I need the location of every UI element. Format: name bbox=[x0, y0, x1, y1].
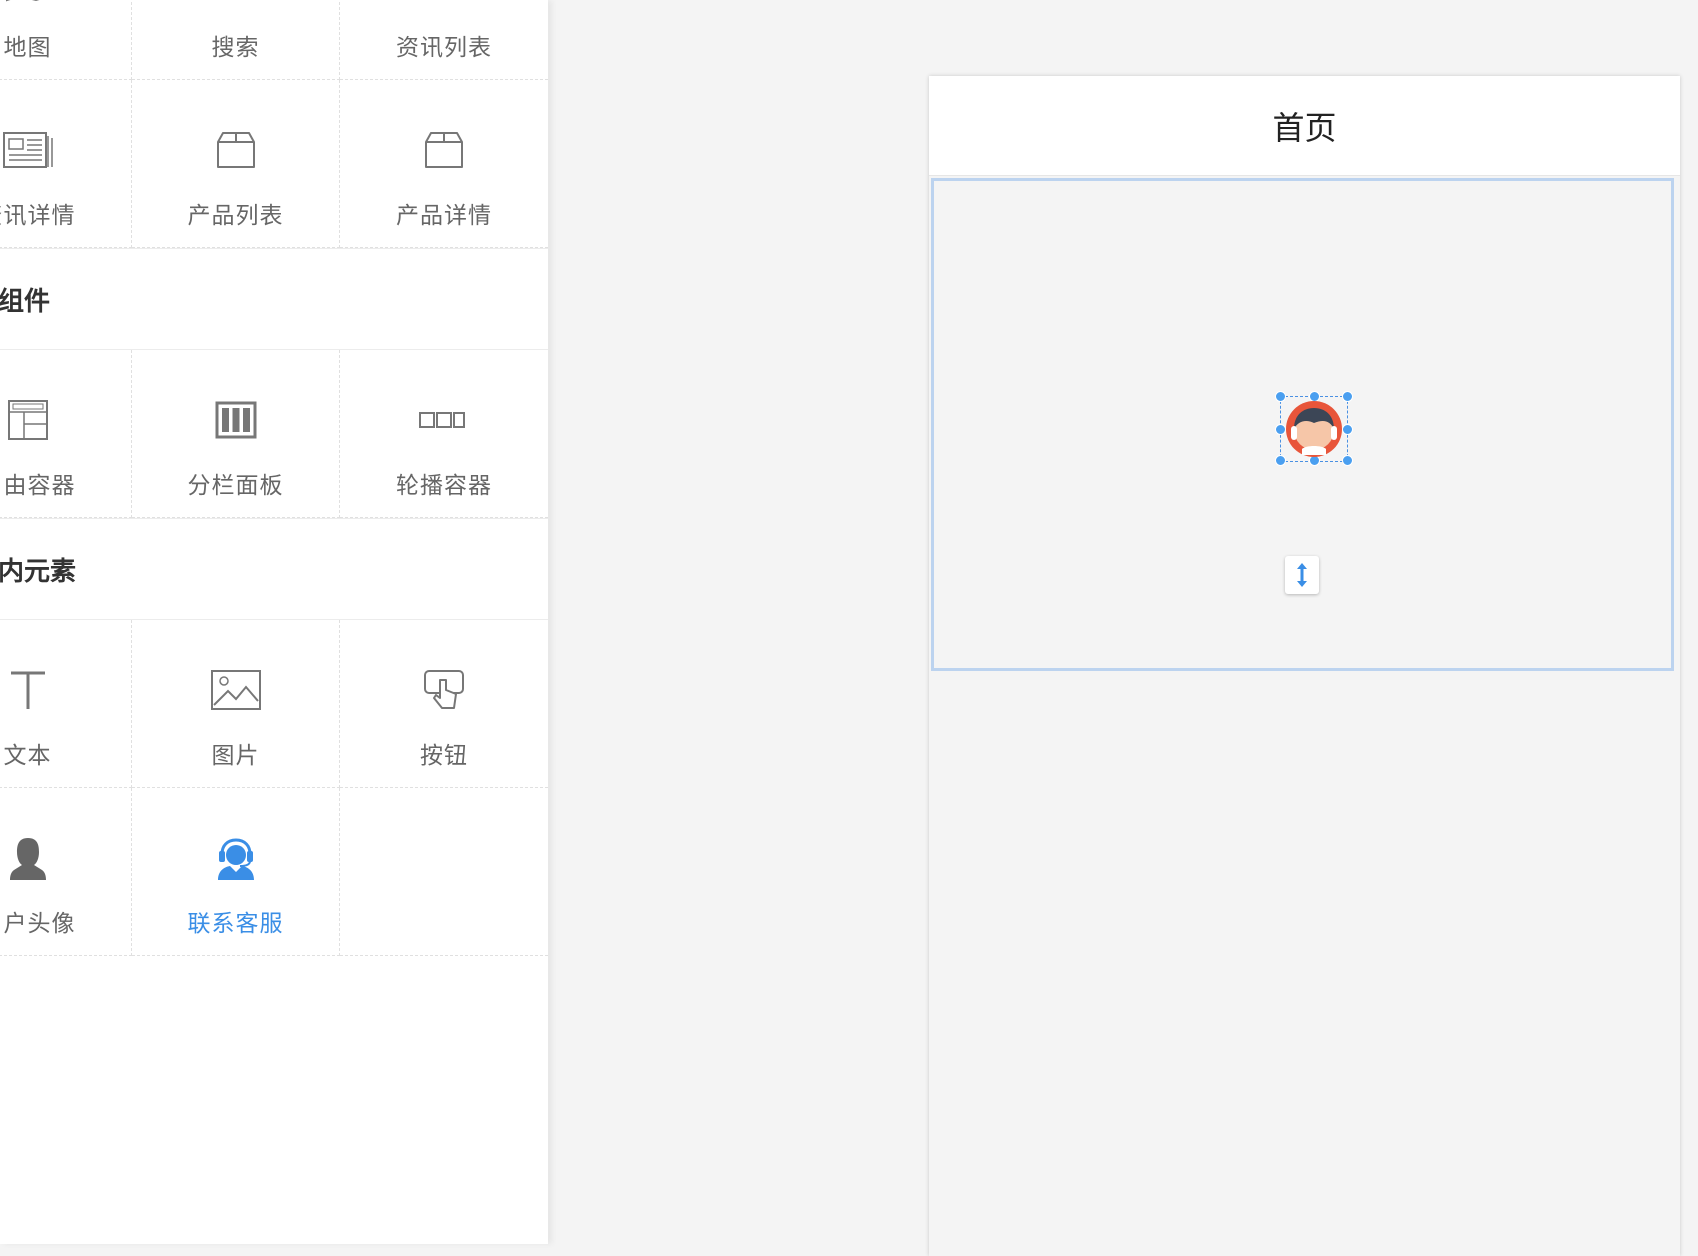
component-label: 资讯详情 bbox=[0, 203, 76, 229]
component-column-panel[interactable]: 分栏面板 bbox=[132, 350, 340, 518]
component-label: 产品列表 bbox=[187, 203, 284, 229]
component-customer-service[interactable]: 联系客服 bbox=[132, 788, 340, 956]
component-free-container[interactable]: 自由容器 bbox=[0, 350, 132, 518]
free-container-icon bbox=[0, 392, 56, 448]
phone-preview: 首页 bbox=[929, 76, 1680, 1256]
component-label: 地图 bbox=[3, 35, 52, 61]
component-news-detail[interactable]: 资讯详情 bbox=[0, 80, 132, 248]
component-news-list[interactable]: 资讯列表 bbox=[340, 0, 548, 80]
page-title: 首页 bbox=[1272, 108, 1337, 147]
user-avatar-icon bbox=[0, 830, 56, 886]
component-text[interactable]: 文本 bbox=[0, 620, 132, 788]
component-image[interactable]: 图片 bbox=[132, 620, 340, 788]
component-label: 文本 bbox=[3, 743, 52, 769]
component-grid-container: 自由容器 分栏面板 轮播容器 bbox=[0, 350, 548, 518]
component-label: 用户头像 bbox=[0, 911, 76, 937]
component-label: 联系客服 bbox=[187, 911, 284, 937]
phone-header: 首页 bbox=[929, 76, 1680, 176]
free-container-block[interactable] bbox=[931, 178, 1674, 671]
component-grid-elements: 文本 图片 按钮 用户头像 bbox=[0, 620, 548, 956]
map-icon bbox=[0, 0, 56, 10]
empty-cell bbox=[340, 788, 548, 956]
component-label: 自由容器 bbox=[0, 473, 76, 499]
component-label: 分栏面板 bbox=[187, 473, 284, 499]
component-grid-basic: 地图 搜索 资讯列表 资讯详情 bbox=[0, 0, 548, 248]
component-product-detail[interactable]: 产品详情 bbox=[340, 80, 548, 248]
section-title-elements: 容器内元素 bbox=[0, 518, 548, 620]
container-height-resize-handle[interactable] bbox=[1285, 556, 1319, 594]
component-carousel[interactable]: 轮播容器 bbox=[340, 350, 548, 518]
component-search[interactable]: 搜索 bbox=[132, 0, 340, 80]
component-label: 轮播容器 bbox=[396, 473, 492, 499]
image-icon bbox=[208, 662, 264, 718]
component-user-avatar[interactable]: 用户头像 bbox=[0, 788, 132, 956]
component-label: 图片 bbox=[211, 743, 260, 769]
component-panel: 地图 搜索 资讯列表 资讯详情 bbox=[0, 0, 548, 1244]
customer-service-avatar-icon bbox=[1284, 399, 1344, 463]
product-list-icon bbox=[208, 122, 264, 178]
section-title-container: 容器组件 bbox=[0, 248, 548, 350]
customer-service-icon bbox=[208, 830, 264, 886]
component-map[interactable]: 地图 bbox=[0, 0, 132, 80]
search-icon bbox=[208, 0, 264, 10]
component-label: 资讯列表 bbox=[396, 35, 492, 61]
product-detail-icon bbox=[416, 122, 472, 178]
news-list-icon bbox=[416, 0, 472, 10]
carousel-icon bbox=[416, 392, 472, 448]
news-detail-icon bbox=[0, 122, 56, 178]
component-label: 搜索 bbox=[211, 35, 260, 61]
selected-service-element[interactable] bbox=[1275, 391, 1353, 466]
column-panel-icon bbox=[208, 392, 264, 448]
component-button[interactable]: 按钮 bbox=[340, 620, 548, 788]
component-label: 按钮 bbox=[420, 743, 468, 769]
component-product-list[interactable]: 产品列表 bbox=[132, 80, 340, 248]
component-label: 产品详情 bbox=[396, 203, 492, 229]
button-icon bbox=[416, 662, 472, 718]
text-icon bbox=[0, 662, 56, 718]
vertical-resize-icon bbox=[1297, 563, 1307, 587]
